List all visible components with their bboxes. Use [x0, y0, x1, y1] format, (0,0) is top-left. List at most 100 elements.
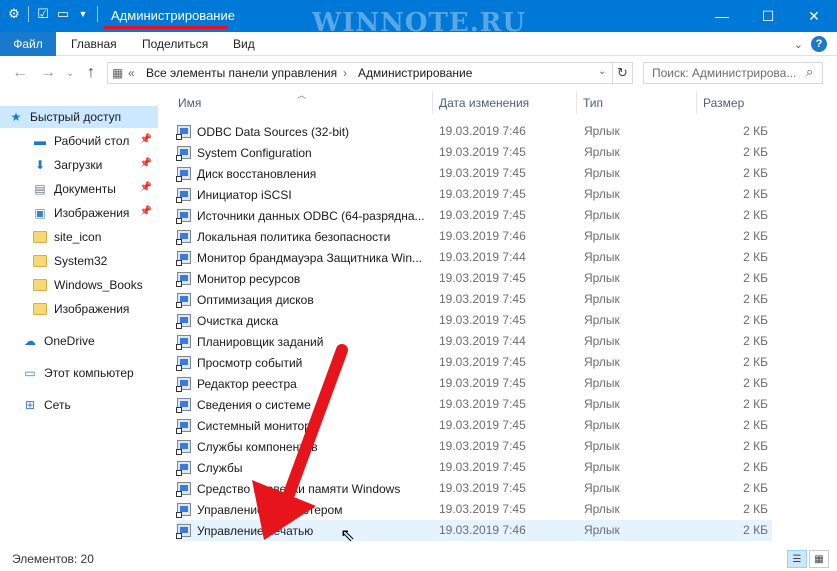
checkmark-doc-icon[interactable]: ☑: [35, 6, 51, 22]
table-row[interactable]: Монитор ресурсов 19.03.2019 7:45 Ярлык 2 КБ: [176, 268, 772, 289]
column-separator[interactable]: [432, 92, 433, 114]
address-dropdown-icon[interactable]: ⌄: [598, 66, 606, 77]
file-name-cell: Диск восстановления: [176, 166, 426, 182]
sidebar-item-site-icon[interactable]: site_icon: [0, 226, 158, 248]
table-row[interactable]: Монитор брандмауэра Защитника Win... 19.0…: [176, 247, 772, 268]
sidebar-item-documents[interactable]: ▤ Документы 📌: [0, 178, 158, 200]
recent-locations-icon[interactable]: ⌄: [66, 68, 74, 79]
table-row[interactable]: Управление печатью 19.03.2019 7:46 Ярлык 2 …: [176, 520, 772, 541]
sidebar-item-windows-books[interactable]: Windows_Books: [0, 274, 158, 296]
file-date: 19.03.2019 7:45: [439, 208, 526, 222]
large-icons-view-icon[interactable]: ▦: [809, 550, 829, 568]
sidebar-item-quick-access[interactable]: ★ Быстрый доступ: [0, 106, 158, 128]
shortcut-icon: [176, 502, 192, 518]
sidebar-item-system32[interactable]: System32: [0, 250, 158, 272]
file-name: Управление печатью: [197, 524, 314, 538]
shortcut-icon: [176, 376, 192, 392]
table-row[interactable]: Службы 19.03.2019 7:45 Ярлык 2 КБ: [176, 457, 772, 478]
table-row[interactable]: Инициатор iSCSI 19.03.2019 7:45 Ярлык 2 КБ: [176, 184, 772, 205]
file-size: 2 КБ: [743, 376, 768, 390]
new-folder-icon[interactable]: ▭: [55, 6, 71, 22]
sidebar-item-downloads[interactable]: ⬇ Загрузки 📌: [0, 154, 158, 176]
window-controls: — ☐ ✕: [699, 0, 837, 32]
breadcrumb-separator[interactable]: «: [128, 66, 135, 80]
pin-icon: 📌: [139, 182, 152, 193]
file-date: 19.03.2019 7:46: [439, 523, 526, 537]
properties-icon[interactable]: ⚙: [6, 6, 22, 22]
close-button[interactable]: ✕: [791, 0, 837, 32]
search-input[interactable]: Поиск: Администрирова...: [643, 62, 823, 84]
shortcut-icon: [176, 481, 192, 497]
shortcut-icon: [176, 334, 192, 350]
column-separator[interactable]: [696, 92, 697, 114]
table-row[interactable]: Локальная политика безопасности 19.03.201…: [176, 226, 772, 247]
file-name: Источники данных ODBC (64-разрядна...: [197, 209, 425, 223]
shortcut-icon: [176, 355, 192, 371]
file-name-cell: Системный монитор: [176, 418, 426, 434]
column-header-date[interactable]: Дата изменения: [439, 96, 529, 110]
table-row[interactable]: Оптимизация дисков 19.03.2019 7:45 Ярлык 2 …: [176, 289, 772, 310]
file-name: ODBC Data Sources (32-bit): [197, 125, 350, 139]
file-size: 2 КБ: [743, 292, 768, 306]
back-button[interactable]: ←: [12, 64, 28, 82]
file-type: Ярлык: [584, 523, 620, 537]
table-row[interactable]: System Configuration 19.03.2019 7:45 Ярлык…: [176, 142, 772, 163]
tab-view[interactable]: Вид: [233, 37, 255, 51]
file-type: Ярлык: [584, 502, 620, 516]
address-bar[interactable]: ▦ « Все элементы панели управления › Адм…: [107, 62, 613, 84]
breadcrumb-chevron-icon[interactable]: ›: [343, 66, 347, 80]
table-row[interactable]: Диск восстановления 19.03.2019 7:45 Ярлык 2…: [176, 163, 772, 184]
file-date: 19.03.2019 7:45: [439, 460, 526, 474]
file-size: 2 КБ: [743, 334, 768, 348]
breadcrumb-all-items[interactable]: Все элементы панели управления: [146, 66, 337, 80]
help-icon[interactable]: ?: [811, 36, 827, 52]
sidebar-item-pictures[interactable]: ▣ Изображения 📌: [0, 202, 158, 224]
file-type: Ярлык: [584, 355, 620, 369]
file-name-cell: Службы компонентов: [176, 439, 426, 455]
column-header-type[interactable]: Тип: [583, 96, 603, 110]
file-size: 2 КБ: [743, 502, 768, 516]
table-row[interactable]: ODBC Data Sources (32-bit) 19.03.2019 7:4…: [176, 121, 772, 142]
table-row[interactable]: Просмотр событий 19.03.2019 7:45 Ярлык 2 КБ: [176, 352, 772, 373]
tab-file[interactable]: Файл: [0, 32, 56, 56]
file-date: 19.03.2019 7:45: [439, 439, 526, 453]
sidebar-item-desktop[interactable]: ▬ Рабочий стол 📌: [0, 130, 158, 152]
tab-share[interactable]: Поделиться: [142, 37, 208, 51]
details-view-icon[interactable]: ☰: [787, 550, 807, 568]
sidebar-item-this-pc[interactable]: ▭ Этот компьютер: [0, 362, 158, 384]
column-header-size[interactable]: Размер: [703, 96, 744, 110]
file-type: Ярлык: [584, 187, 620, 201]
file-size: 2 КБ: [743, 250, 768, 264]
file-name: Инициатор iSCSI: [197, 188, 292, 202]
table-row[interactable]: Службы компонентов 19.03.2019 7:45 Ярлык 2 …: [176, 436, 772, 457]
expand-ribbon-icon[interactable]: ⌄: [794, 38, 803, 51]
up-button[interactable]: ↑: [87, 64, 95, 82]
sidebar-item-network[interactable]: ⊞ Сеть: [0, 394, 158, 416]
sidebar-item-label: Документы: [54, 182, 116, 196]
pin-icon: 📌: [139, 206, 152, 217]
forward-button[interactable]: →: [40, 64, 56, 82]
table-row[interactable]: Очистка диска 19.03.2019 7:45 Ярлык 2 КБ: [176, 310, 772, 331]
column-header-name[interactable]: Имя: [178, 96, 201, 110]
table-row[interactable]: Планировщик заданий 19.03.2019 7:44 Ярлык 2…: [176, 331, 772, 352]
table-row[interactable]: Редактор реестра 19.03.2019 7:45 Ярлык 2 КБ: [176, 373, 772, 394]
table-row[interactable]: Управление компьютером 19.03.2019 7:45 Ярл…: [176, 499, 772, 520]
sidebar-item-images-folder[interactable]: Изображения: [0, 298, 158, 320]
column-separator[interactable]: [576, 92, 577, 114]
tab-home[interactable]: Главная: [71, 37, 117, 51]
shortcut-icon: [176, 418, 192, 434]
sidebar-item-onedrive[interactable]: ☁ OneDrive: [0, 330, 158, 352]
table-row[interactable]: Источники данных ODBC (64-разрядна... 19.…: [176, 205, 772, 226]
file-size: 2 КБ: [743, 124, 768, 138]
chevron-down-icon[interactable]: ▼: [75, 6, 91, 22]
table-row[interactable]: Сведения о системе 19.03.2019 7:45 Ярлык 2 …: [176, 394, 772, 415]
breadcrumb-current[interactable]: Администрирование: [358, 66, 472, 80]
refresh-button[interactable]: ↻: [613, 62, 633, 84]
minimize-button[interactable]: —: [699, 0, 745, 32]
maximize-button[interactable]: ☐: [745, 0, 791, 32]
shortcut-icon: [176, 460, 192, 476]
table-row[interactable]: Средство проверки памяти Windows 19.03.20…: [176, 478, 772, 499]
sidebar-item-label: Изображения: [54, 206, 130, 220]
file-date: 19.03.2019 7:45: [439, 376, 526, 390]
table-row[interactable]: Системный монитор 19.03.2019 7:45 Ярлык 2 К…: [176, 415, 772, 436]
